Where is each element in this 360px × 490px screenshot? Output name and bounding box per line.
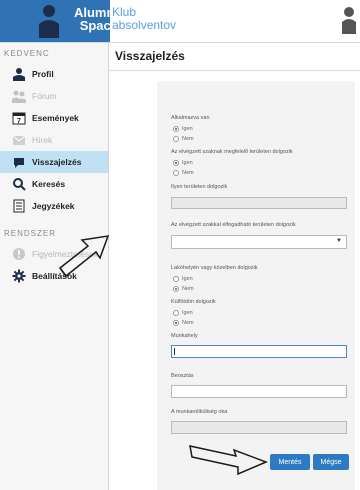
sidebar-item-label: Hírek bbox=[32, 135, 53, 145]
q-acceptable-select[interactable]: ▼ bbox=[171, 235, 347, 249]
radio-dot bbox=[173, 286, 179, 292]
q-field-match-no[interactable]: Nem bbox=[173, 170, 194, 176]
q-employed-label: Alkalmazva van bbox=[171, 115, 210, 121]
app-header: Alumni Space Klub absolventov bbox=[0, 0, 360, 43]
radio-dot bbox=[173, 160, 179, 166]
user-avatar-icon[interactable] bbox=[342, 6, 356, 34]
cancel-button[interactable]: Mégse bbox=[313, 454, 349, 470]
sidebar-item-forum[interactable]: Fórum bbox=[0, 85, 108, 107]
q-employed-yes[interactable]: Igen bbox=[173, 126, 193, 132]
title-divider bbox=[109, 70, 360, 71]
q-abroad-label: Külföldön dolgozik bbox=[171, 299, 216, 305]
radio-dot bbox=[173, 310, 179, 316]
logo-subtitle: Klub absolventov bbox=[112, 6, 176, 32]
q-workplace-label: Munkahely bbox=[171, 333, 198, 339]
radio-dot bbox=[173, 320, 179, 326]
gear-icon bbox=[12, 269, 26, 283]
q-abroad-no[interactable]: Nem bbox=[173, 320, 194, 326]
sidebar-section-system: RENDSZER bbox=[4, 229, 57, 238]
sidebar-item-profil[interactable]: Profil bbox=[0, 63, 108, 85]
radio-label: Igen bbox=[182, 276, 193, 282]
q-workplace-input[interactable] bbox=[171, 345, 347, 358]
search-icon bbox=[12, 177, 26, 191]
sidebar-item-label: Események bbox=[32, 113, 79, 123]
sidebar-item-visszajelzes[interactable]: Visszajelzés bbox=[0, 151, 108, 173]
q-area-label: Ilyen területen dolgozik bbox=[171, 184, 228, 190]
calendar-icon: 7 bbox=[12, 111, 26, 125]
sidebar-item-kereses[interactable]: Keresés bbox=[0, 173, 108, 195]
q-unemployment-label: A munkanélküliség oka bbox=[171, 409, 228, 415]
sidebar-item-label: Fórum bbox=[32, 91, 57, 101]
people-icon bbox=[12, 89, 26, 103]
sidebar-item-label: Visszajelzés bbox=[32, 157, 82, 167]
chevron-down-icon: ▼ bbox=[336, 238, 342, 244]
sidebar-item-hirek[interactable]: Hírek bbox=[0, 129, 108, 151]
q-area-input[interactable] bbox=[171, 197, 347, 209]
logo-side-line2: absolventov bbox=[112, 18, 177, 32]
q-unemployment-input[interactable] bbox=[171, 421, 347, 434]
radio-label: Igen bbox=[182, 126, 193, 132]
sidebar-item-jegyzekek[interactable]: Jegyzékek bbox=[0, 195, 108, 217]
logo-person-icon bbox=[39, 5, 59, 38]
sidebar-section-favorites: KEDVENC bbox=[4, 49, 50, 58]
sidebar-item-label: Beállítások bbox=[32, 271, 77, 281]
q-position-label: Beosztás bbox=[171, 373, 194, 379]
radio-dot bbox=[173, 136, 179, 142]
sidebar-item-label: Profil bbox=[32, 69, 54, 79]
q-position-input[interactable] bbox=[171, 385, 347, 398]
logo[interactable]: Alumni Space bbox=[0, 0, 118, 42]
alert-icon bbox=[12, 247, 26, 261]
q-nearby-no[interactable]: Nem bbox=[173, 286, 194, 292]
q-field-match-yes[interactable]: Igen bbox=[173, 160, 193, 166]
radio-label: Igen bbox=[182, 310, 193, 316]
mail-icon bbox=[12, 133, 26, 147]
logo-line2: Space bbox=[79, 18, 118, 33]
sidebar-item-beallitasok[interactable]: Beállítások bbox=[0, 265, 108, 287]
list-icon bbox=[12, 199, 26, 213]
q-nearby-yes[interactable]: Igen bbox=[173, 276, 193, 282]
q-employed-no[interactable]: Nem bbox=[173, 136, 194, 142]
radio-label: Nem bbox=[182, 170, 194, 176]
sidebar: KEDVENC Profil Fórum 7 Események Hírek V… bbox=[0, 43, 109, 490]
q-abroad-yes[interactable]: Igen bbox=[173, 310, 193, 316]
sidebar-item-label: Jegyzékek bbox=[32, 201, 75, 211]
sidebar-item-label: Keresés bbox=[32, 179, 66, 189]
radio-dot bbox=[173, 276, 179, 282]
radio-dot bbox=[173, 170, 179, 176]
q-field-match-label: Az elvégzett szaknak megfelelő területen… bbox=[171, 149, 293, 155]
text-caret bbox=[174, 348, 175, 355]
main-content: Visszajelzés Alkalmazva van Igen Nem Az … bbox=[109, 43, 360, 490]
radio-label: Igen bbox=[182, 160, 193, 166]
radio-dot bbox=[173, 126, 179, 132]
save-button[interactable]: Mentés bbox=[270, 454, 310, 470]
svg-text:7: 7 bbox=[17, 118, 21, 125]
sidebar-item-esemenyek[interactable]: 7 Események bbox=[0, 107, 108, 129]
q-acceptable-label: Az elvégzett szakkal elfogadható terület… bbox=[171, 222, 296, 228]
chat-bubble-icon bbox=[12, 155, 26, 169]
q-nearby-label: Lakóhelyén vagy közelben dolgozik bbox=[171, 265, 258, 271]
radio-label: Nem bbox=[182, 320, 194, 326]
sidebar-item-figyelmeztetesek[interactable]: Figyelmeztetések bbox=[0, 243, 108, 265]
person-icon bbox=[12, 67, 26, 81]
sidebar-item-label: Figyelmeztetések bbox=[32, 249, 99, 259]
page-title: Visszajelzés bbox=[115, 49, 185, 63]
radio-label: Nem bbox=[182, 286, 194, 292]
radio-label: Nem bbox=[182, 136, 194, 142]
